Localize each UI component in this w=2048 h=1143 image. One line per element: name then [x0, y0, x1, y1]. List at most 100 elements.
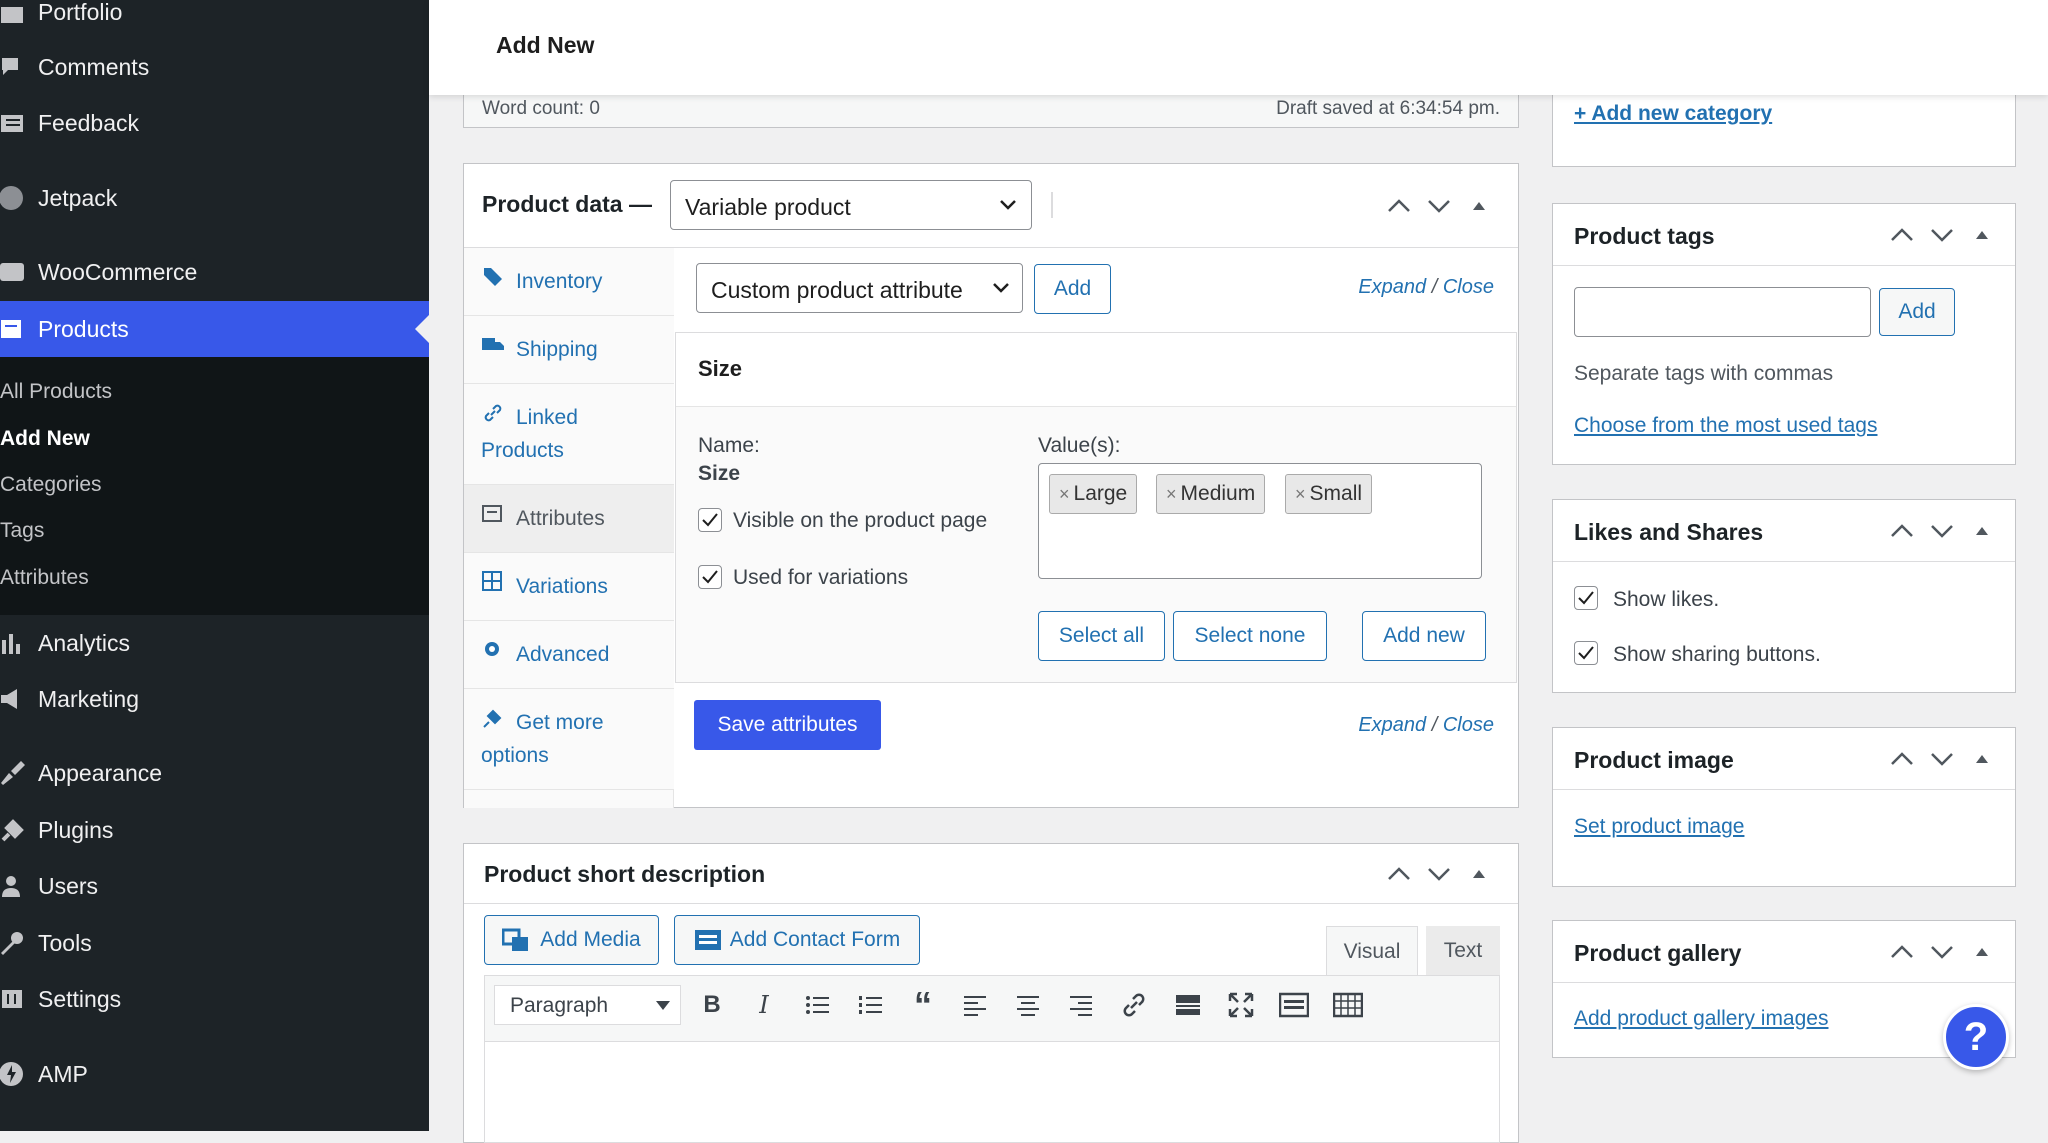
settings-sliders-icon — [0, 986, 26, 1012]
tab-get-more-options[interactable]: Get more options — [464, 689, 674, 790]
align-right-icon[interactable] — [1066, 990, 1096, 1020]
close-link[interactable]: Close — [1443, 714, 1494, 736]
box-controls — [1889, 940, 1995, 964]
collapse-toggle-icon[interactable] — [1969, 223, 1995, 247]
remove-icon[interactable]: × — [1059, 484, 1070, 505]
choose-most-used-tags-link[interactable]: Choose from the most used tags — [1574, 414, 1878, 438]
menu-settings[interactable]: Settings — [0, 971, 429, 1027]
menu-users[interactable]: Users — [0, 858, 429, 914]
menu-portfolio[interactable]: Portfolio — [0, 0, 429, 40]
toolbar-toggle-icon[interactable] — [1333, 990, 1363, 1020]
tab-shipping[interactable]: Shipping — [464, 316, 674, 384]
align-center-icon[interactable] — [1013, 990, 1043, 1020]
select-none-button[interactable]: Select none — [1173, 611, 1327, 661]
move-up-icon[interactable] — [1889, 940, 1915, 964]
move-down-icon[interactable] — [1929, 747, 1955, 771]
italic-icon[interactable]: I — [749, 990, 779, 1020]
read-more-icon[interactable] — [1173, 990, 1203, 1020]
submenu-add-new[interactable]: Add New — [0, 427, 90, 451]
numbered-list-icon[interactable] — [856, 990, 886, 1020]
format-select[interactable]: Paragraph — [494, 985, 681, 1025]
value-chip-small[interactable]: × Small — [1285, 474, 1373, 514]
submenu-all-products[interactable]: All Products — [0, 380, 112, 404]
menu-plugins[interactable]: Plugins — [0, 802, 429, 858]
menu-jetpack[interactable]: Jetpack — [0, 170, 429, 226]
insert-link-icon[interactable] — [1119, 990, 1149, 1020]
media-icon — [502, 928, 529, 951]
collapse-toggle-icon[interactable] — [1969, 519, 1995, 543]
submenu-categories[interactable]: Categories — [0, 473, 102, 497]
move-down-icon[interactable] — [1426, 194, 1452, 218]
visible-label: Visible on the product page — [733, 509, 988, 532]
move-up-icon[interactable] — [1386, 194, 1412, 218]
tab-text[interactable]: Text — [1426, 926, 1500, 976]
bullet-list-icon[interactable] — [803, 990, 833, 1020]
collapse-toggle-icon[interactable] — [1466, 194, 1492, 218]
add-tag-button[interactable]: Add — [1879, 288, 1955, 336]
tab-attributes[interactable]: Attributes — [464, 485, 674, 553]
attribute-item-header[interactable]: Size — [676, 333, 1516, 407]
move-down-icon[interactable] — [1929, 940, 1955, 964]
product-type-select[interactable]: Variable product — [670, 180, 1032, 230]
expand-link[interactable]: Expand — [1358, 276, 1426, 298]
tab-visual[interactable]: Visual — [1326, 926, 1418, 976]
collapse-toggle-icon[interactable] — [1969, 747, 1995, 771]
collapse-toggle-icon[interactable] — [1466, 862, 1492, 886]
fullscreen-icon[interactable] — [1226, 990, 1256, 1020]
tab-variations[interactable]: Variations — [464, 553, 674, 621]
used-for-variations-checkbox[interactable] — [698, 565, 722, 589]
menu-marketing[interactable]: Marketing — [0, 671, 429, 727]
close-link[interactable]: Close — [1443, 276, 1494, 298]
blockquote-icon[interactable]: “ — [908, 987, 938, 1023]
menu-analytics[interactable]: Analytics — [0, 615, 429, 671]
submenu-attributes[interactable]: Attributes — [0, 566, 89, 590]
move-down-icon[interactable] — [1929, 223, 1955, 247]
menu-appearance[interactable]: Appearance — [0, 745, 429, 801]
contact-form-toolbar-icon[interactable] — [1279, 990, 1309, 1020]
add-gallery-images-link[interactable]: Add product gallery images — [1574, 1007, 1828, 1031]
expand-link[interactable]: Expand — [1358, 714, 1426, 736]
add-attribute-button[interactable]: Add — [1034, 264, 1111, 314]
tag-input[interactable] — [1574, 287, 1871, 337]
collapse-toggle-icon[interactable] — [1969, 940, 1995, 964]
menu-tools[interactable]: Tools — [0, 915, 429, 971]
menu-comments[interactable]: Comments — [0, 39, 429, 95]
move-up-icon[interactable] — [1386, 862, 1412, 886]
select-all-button[interactable]: Select all — [1038, 611, 1165, 661]
show-sharing-checkbox[interactable] — [1574, 641, 1598, 665]
submenu-tags[interactable]: Tags — [0, 519, 44, 543]
show-likes-checkbox[interactable] — [1574, 586, 1598, 610]
value-chip-large[interactable]: × Large — [1049, 474, 1138, 514]
remove-icon[interactable]: × — [1166, 484, 1177, 505]
menu-feedback[interactable]: Feedback — [0, 95, 429, 151]
product-gallery-header: Product gallery — [1553, 921, 2015, 983]
help-button[interactable]: ? — [1943, 1004, 2009, 1070]
move-down-icon[interactable] — [1929, 519, 1955, 543]
editor-content[interactable] — [485, 1043, 1499, 1142]
attribute-type-select[interactable]: Custom product attribute — [696, 263, 1023, 313]
bold-icon[interactable]: B — [697, 990, 727, 1020]
add-contact-form-button[interactable]: Add Contact Form — [674, 915, 920, 965]
move-up-icon[interactable] — [1889, 747, 1915, 771]
align-left-icon[interactable] — [960, 990, 990, 1020]
menu-woocommerce[interactable]: WooCommerce — [0, 244, 429, 300]
menu-products[interactable]: Products — [0, 301, 429, 357]
product-tags-box: Product tags Add Separate tags with comm… — [1552, 203, 2016, 465]
remove-icon[interactable]: × — [1295, 484, 1306, 505]
add-new-category-link[interactable]: + Add new category — [1574, 102, 1772, 126]
move-up-icon[interactable] — [1889, 519, 1915, 543]
add-new-value-button[interactable]: Add new — [1362, 611, 1486, 661]
menu-amp[interactable]: AMP — [0, 1046, 429, 1102]
set-product-image-link[interactable]: Set product image — [1574, 815, 1744, 839]
visible-on-product-page-checkbox[interactable] — [698, 508, 722, 532]
tab-linked-products[interactable]: Linked Products — [464, 384, 674, 485]
value-chip-medium[interactable]: × Medium — [1156, 474, 1266, 514]
move-down-icon[interactable] — [1426, 862, 1452, 886]
move-up-icon[interactable] — [1889, 223, 1915, 247]
save-attributes-button[interactable]: Save attributes — [694, 700, 881, 750]
tab-advanced[interactable]: Advanced — [464, 621, 674, 689]
feedback-icon — [0, 110, 26, 136]
add-media-button[interactable]: Add Media — [484, 915, 659, 965]
likes-shares-title: Likes and Shares — [1574, 519, 1764, 545]
tab-inventory[interactable]: Inventory — [464, 248, 674, 316]
